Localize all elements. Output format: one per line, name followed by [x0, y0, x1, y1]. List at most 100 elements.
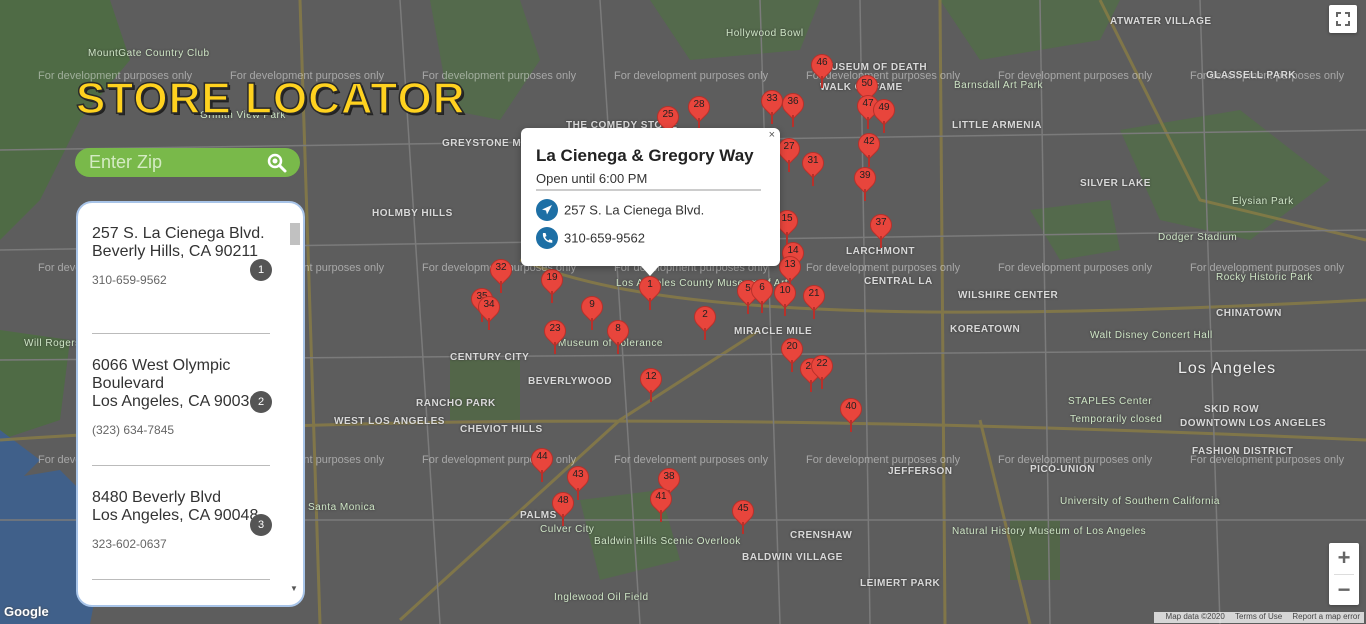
- store-pin[interactable]: 1: [634, 271, 666, 312]
- place-label: WILSHIRE CENTER: [958, 290, 1059, 301]
- scroll-down-arrow-icon[interactable]: ▼: [290, 584, 298, 593]
- place-label: DOWNTOWN LOS ANGELES: [1180, 418, 1327, 429]
- store-pin[interactable]: 42: [853, 128, 885, 169]
- pin-stem: [649, 298, 651, 310]
- info-phone-row[interactable]: 310-659-9562: [536, 227, 645, 249]
- pin-stem: [883, 121, 885, 133]
- zip-input[interactable]: [89, 151, 259, 174]
- place-label: Santa Monica: [308, 502, 376, 513]
- pin-stem: [880, 236, 882, 248]
- place-label: FASHION DISTRICT: [1192, 446, 1294, 457]
- pin-stem: [704, 328, 706, 340]
- store-pin[interactable]: 22: [806, 350, 838, 391]
- zoom-control[interactable]: + −: [1329, 543, 1359, 605]
- store-pin[interactable]: 23: [539, 315, 571, 356]
- store-pin[interactable]: 2: [689, 301, 721, 342]
- place-label: HOLMBY HILLS: [372, 208, 453, 219]
- fullscreen-icon: [1336, 12, 1350, 26]
- scrollbar[interactable]: ▼: [288, 217, 300, 593]
- dev-watermark: For development purposes only: [806, 454, 961, 466]
- store-pin[interactable]: 9: [576, 291, 608, 332]
- dev-watermark: For development purposes only: [614, 70, 769, 82]
- store-pin[interactable]: 10: [769, 277, 801, 318]
- place-label: Natural History Museum of Los Angeles: [952, 526, 1147, 537]
- store-pin[interactable]: 19: [536, 264, 568, 305]
- store-phone: (323) 634-7845: [92, 423, 175, 437]
- place-label: GLASSELL PARK: [1206, 70, 1297, 81]
- store-pin[interactable]: 21: [798, 280, 830, 321]
- google-logo[interactable]: Google: [4, 604, 49, 619]
- pin-stem: [788, 160, 790, 172]
- pin-number: 44: [536, 451, 548, 462]
- pin-number: 13: [784, 259, 796, 270]
- place-label: JEFFERSON: [888, 466, 953, 477]
- pin-number: 34: [483, 299, 495, 310]
- pin-number: 14: [787, 245, 799, 256]
- pin-stem: [813, 307, 815, 319]
- pin-stem: [761, 301, 763, 313]
- pin-stem: [867, 117, 869, 129]
- pin-number: 2: [702, 309, 708, 320]
- divider: [536, 189, 761, 191]
- place-label: Los Angeles: [1178, 360, 1277, 377]
- scrollbar-thumb[interactable]: [290, 223, 300, 245]
- phone-icon[interactable]: [536, 227, 558, 249]
- place-label: MIRACLE MILE: [734, 326, 813, 337]
- store-pin[interactable]: 49: [868, 94, 900, 135]
- dev-watermark: For development purposes only: [806, 262, 961, 274]
- search-icon[interactable]: [266, 152, 288, 174]
- store-pin[interactable]: 34: [473, 291, 505, 332]
- fullscreen-button[interactable]: [1329, 5, 1357, 33]
- store-pin[interactable]: 40: [835, 393, 867, 434]
- store-pin[interactable]: 41: [645, 483, 677, 524]
- pin-stem: [784, 304, 786, 316]
- store-list[interactable]: 257 S. La Cienega Blvd. Beverly Hills, C…: [76, 201, 305, 607]
- store-pin[interactable]: 36: [777, 88, 809, 129]
- pin-stem: [792, 115, 794, 127]
- list-item[interactable]: 257 S. La Cienega Blvd. Beverly Hills, C…: [92, 225, 272, 334]
- place-label: Inglewood Oil Field: [554, 592, 649, 603]
- zip-search-bar[interactable]: [75, 148, 300, 177]
- store-pin[interactable]: 39: [849, 162, 881, 203]
- store-pin[interactable]: 31: [797, 147, 829, 188]
- pin-stem: [500, 281, 502, 293]
- dev-watermark: For development purposes only: [998, 262, 1153, 274]
- store-pin[interactable]: 27: [773, 133, 805, 174]
- store-pin[interactable]: 37: [865, 209, 897, 250]
- divider: [92, 579, 270, 580]
- report-error-link[interactable]: Report a map error: [1292, 612, 1360, 621]
- pin-stem: [821, 76, 823, 88]
- pin-number: 37: [875, 217, 887, 228]
- list-item[interactable]: 8480 Beverly Blvd Los Angeles, CA 90048 …: [92, 489, 272, 580]
- pin-number: 9: [589, 299, 595, 310]
- store-number-badge: 3: [250, 514, 272, 536]
- place-label: CENTRAL LA: [864, 276, 933, 287]
- store-pin[interactable]: 48: [547, 487, 579, 528]
- info-address-row[interactable]: 257 S. La Cienega Blvd.: [536, 199, 704, 221]
- store-pin[interactable]: 6: [746, 274, 778, 315]
- close-icon[interactable]: ×: [769, 129, 775, 141]
- store-pin[interactable]: 8: [602, 315, 634, 356]
- pin-stem: [771, 112, 773, 124]
- list-item[interactable]: 6066 West Olympic Boulevard Los Angeles,…: [92, 357, 272, 466]
- place-label: CHEVIOT HILLS: [460, 424, 543, 435]
- zoom-in-button[interactable]: +: [1329, 543, 1359, 574]
- store-pin[interactable]: 45: [727, 495, 759, 536]
- pin-number: 32: [495, 262, 507, 273]
- info-address: 257 S. La Cienega Blvd.: [564, 202, 705, 218]
- store-address: 6066 West Olympic Boulevard Los Angeles,…: [92, 357, 259, 410]
- pin-stem: [660, 510, 662, 522]
- zoom-out-button[interactable]: −: [1329, 575, 1359, 606]
- terms-link[interactable]: Terms of Use: [1235, 612, 1282, 621]
- pin-number: 12: [645, 371, 657, 382]
- store-pin[interactable]: 33: [756, 85, 788, 126]
- store-pin[interactable]: 12: [635, 363, 667, 404]
- store-pin[interactable]: 46: [806, 49, 838, 90]
- pin-number: 39: [859, 170, 871, 181]
- directions-icon[interactable]: [536, 199, 558, 221]
- store-pin[interactable]: 28: [683, 91, 715, 132]
- pin-number: 40: [845, 401, 857, 412]
- store-pin[interactable]: 44: [526, 443, 558, 484]
- store-pin[interactable]: 32: [485, 254, 517, 295]
- place-label: WEST LOS ANGELES: [334, 416, 445, 427]
